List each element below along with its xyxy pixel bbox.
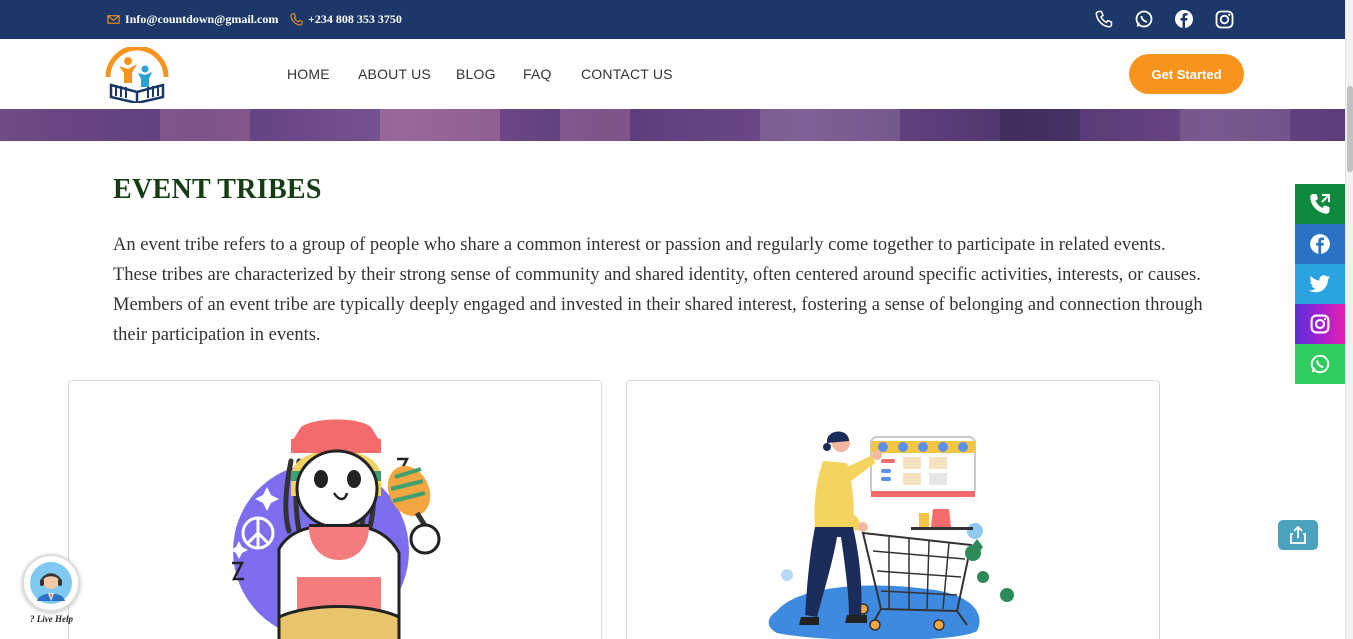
hero-image-strip: [0, 109, 1345, 141]
facebook-icon: [1310, 234, 1330, 254]
phone-contact[interactable]: +234 808 353 3750: [290, 12, 402, 27]
live-help-button[interactable]: [22, 554, 80, 612]
get-started-button[interactable]: Get Started: [1129, 54, 1244, 94]
top-whatsapp-icon[interactable]: [1133, 8, 1155, 30]
mail-icon: [107, 15, 120, 24]
live-help-label: ? Live Help: [30, 614, 73, 624]
share-icon: [1290, 525, 1306, 544]
email-text: Info@countdown@gmail.com: [125, 12, 279, 26]
nav-about-us[interactable]: ABOUT US: [358, 66, 431, 82]
instagram-icon: [1310, 314, 1330, 334]
page-scrollbar[interactable]: [1345, 0, 1353, 639]
page: Info@countdown@gmail.com +234 808 353 37…: [0, 0, 1353, 639]
support-agent-icon: [30, 562, 72, 604]
nav-contact-us[interactable]: CONTACT US: [581, 66, 673, 82]
email-contact[interactable]: Info@countdown@gmail.com: [107, 12, 278, 27]
floating-social-bar: [1295, 184, 1345, 384]
phone-text: +234 808 353 3750: [308, 12, 402, 26]
float-twitter-button[interactable]: [1295, 264, 1345, 304]
nav-faq[interactable]: FAQ: [523, 66, 552, 82]
scrollbar-thumb[interactable]: [1347, 86, 1353, 172]
tribe-card-shopping[interactable]: [626, 380, 1160, 639]
share-button[interactable]: [1278, 520, 1318, 550]
music-tribe-illustration: [230, 419, 441, 639]
float-facebook-button[interactable]: [1295, 224, 1345, 264]
whatsapp-icon: [1310, 354, 1330, 374]
top-phone-icon[interactable]: [1093, 8, 1115, 30]
float-whatsapp-button[interactable]: [1295, 344, 1345, 384]
nav-blog[interactable]: BLOG: [456, 66, 496, 82]
shopping-tribe-illustration: [768, 431, 1014, 639]
site-logo[interactable]: [104, 45, 170, 105]
tribe-card-music[interactable]: [68, 380, 602, 639]
top-facebook-icon[interactable]: [1173, 8, 1195, 30]
phone-call-icon: [1310, 194, 1330, 214]
main-navbar: HOME ABOUT US BLOG FAQ CONTACT US Get St…: [0, 39, 1345, 109]
float-phone-button[interactable]: [1295, 184, 1345, 224]
twitter-icon: [1309, 275, 1331, 293]
top-contact-bar: Info@countdown@gmail.com +234 808 353 37…: [0, 0, 1345, 39]
page-title: EVENT TRIBES: [113, 174, 322, 205]
phone-icon: [290, 13, 303, 26]
float-instagram-button[interactable]: [1295, 304, 1345, 344]
top-instagram-icon[interactable]: [1213, 8, 1235, 30]
intro-paragraph: An event tribe refers to a group of peop…: [113, 235, 1203, 345]
nav-home[interactable]: HOME: [287, 66, 330, 82]
